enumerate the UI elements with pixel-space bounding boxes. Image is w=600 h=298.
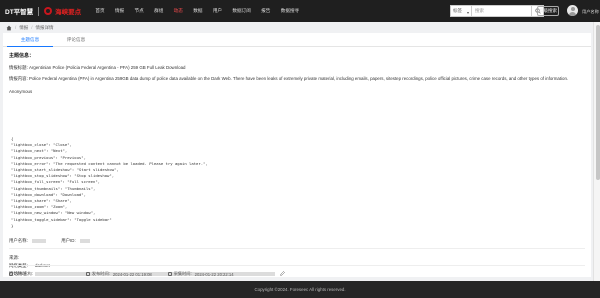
title-row: 情报标题: Argentinian Police (Policia Federa… [9, 65, 185, 71]
tab-topic-info[interactable]: 主题信息 [7, 33, 53, 47]
nav-item-subscription[interactable]: 数据订阅 [227, 0, 256, 22]
collect-time-label: 采集时间: [173, 271, 192, 276]
title-value: Argentinian Police (Policia Federal Arge… [29, 65, 186, 70]
publisher-icon [9, 272, 13, 276]
search-type-select[interactable]: 标签 ▾ [450, 5, 472, 17]
nav-item-groups[interactable]: 群组 [149, 0, 169, 22]
nav-item-data[interactable]: 数据 [188, 0, 208, 22]
logo-divider [38, 6, 40, 16]
content-value: Police Federal Argentina (PFA) in Argent… [29, 76, 569, 81]
main-nav: 首页 情报 节点 群组 动态 数据 用户 数据订阅 报告 数据搜寻 [90, 0, 304, 22]
breadcrumb-separator: / [31, 25, 33, 30]
nav-item-activity[interactable]: 动态 [168, 0, 188, 22]
copyright-footer: Copyright ©2024. Foreseec All rights res… [0, 281, 600, 298]
source-row: 来源: [9, 255, 19, 261]
nav-item-nodes[interactable]: 节点 [129, 0, 149, 22]
meta-footer: 发布机构: 发布时间: 2024-01-22 01:19:08 采集时间: 20… [9, 270, 589, 278]
scrollbar-thumb[interactable] [595, 25, 600, 180]
source-label: 来源: [9, 255, 20, 260]
publish-time-label: 发布时间: [91, 271, 110, 276]
code-block: {"lightbox_close": "Close", "lightbox_nex… [11, 136, 208, 229]
site-type-row: 网络类型: darknet [9, 263, 50, 269]
title-label: 情报标题: [9, 65, 28, 70]
content-row: 情报内容: Police Federal Argentina (PFA) in … [9, 76, 568, 82]
breadcrumb: / 情报 / 情报详情 [6, 23, 54, 32]
collect-time-value: 2024-01-22 20:22:14 [194, 271, 234, 277]
home-icon[interactable] [6, 25, 12, 31]
breadcrumb-item-intel[interactable]: 情报 [19, 25, 28, 31]
logo[interactable]: DT平智慧 海峡要点 [5, 6, 81, 16]
top-navbar: DT平智慧 海峡要点 首页 情报 节点 群组 动态 数据 用户 数据订阅 报告 … [0, 0, 600, 22]
section-title: 主题信息： [9, 53, 35, 59]
advanced-search-button[interactable]: 高级搜索 [537, 6, 559, 16]
user-name[interactable]: 用户名称 [582, 9, 599, 15]
nav-item-data-search[interactable]: 数据搜寻 [276, 0, 305, 22]
breadcrumb-item-detail: 情报详情 [35, 24, 54, 30]
publisher-label: 发布机构: [15, 271, 33, 276]
brand-text: 海峡要点 [55, 9, 82, 16]
publisher-value [35, 272, 66, 276]
tab-comment-info[interactable]: 评论信息 [53, 33, 99, 47]
tab-bar: 主题信息 评论信息 [3, 33, 591, 47]
user-name-value [32, 238, 47, 243]
nav-item-users[interactable]: 用户 [208, 0, 228, 22]
user-id-value [79, 238, 90, 243]
author-text: Anonymous [9, 89, 33, 94]
clock-icon [85, 272, 90, 276]
divider [9, 248, 585, 249]
page-scrollbar[interactable] [593, 22, 600, 281]
chevron-down-icon: ▾ [466, 10, 469, 15]
search-box: 标签 ▾ 搜索 [450, 5, 544, 17]
nav-item-reports[interactable]: 报告 [256, 0, 276, 22]
nav-item-intel[interactable]: 情报 [110, 0, 130, 22]
search-type-value: 标签 [453, 8, 462, 13]
user-name-label: 用户名称: [9, 238, 28, 243]
logo-text: DT平智慧 [5, 9, 34, 16]
code-line: } [11, 222, 14, 228]
brand-mark-icon [44, 7, 53, 15]
nav-item-home[interactable]: 首页 [90, 0, 110, 22]
publish-time-value: 2024-01-22 01:19:08 [112, 271, 152, 277]
detail-card: 主题信息 评论信息 主题信息： 情报标题: Argentinian Police… [3, 33, 591, 277]
calendar-icon [167, 272, 172, 276]
breadcrumb-separator: / [15, 25, 17, 30]
user-row: 用户名称: 用户ID: [9, 238, 90, 244]
content-label: 情报内容: [9, 76, 28, 81]
search-input[interactable]: 搜索 [472, 5, 532, 17]
footer-divider [9, 265, 585, 266]
avatar[interactable] [567, 5, 578, 16]
user-id-label: 用户ID: [61, 238, 76, 243]
